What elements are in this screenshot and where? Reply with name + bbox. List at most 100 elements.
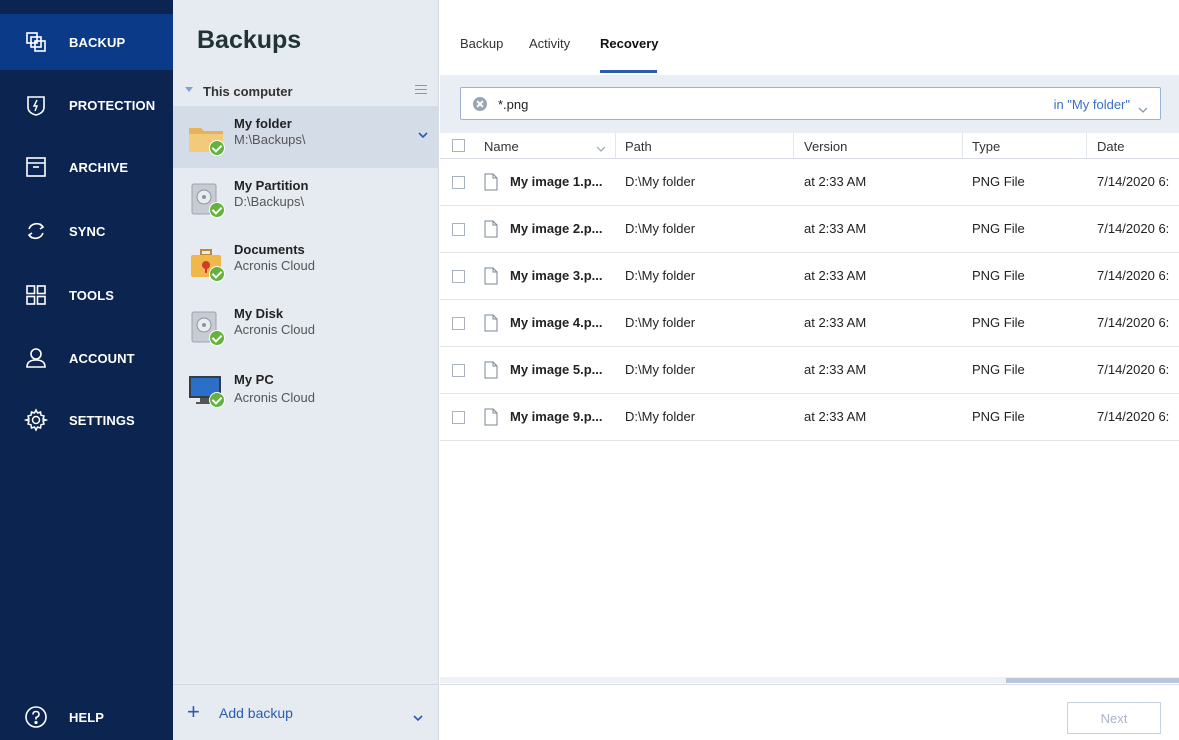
monitor-icon: [187, 368, 227, 410]
drive-icon: [187, 306, 227, 348]
tab-recovery[interactable]: Recovery: [600, 36, 659, 51]
table-row[interactable]: My image 9.p... D:\My folder at 2:33 AM …: [440, 394, 1179, 441]
nav-item-account[interactable]: ACCOUNT: [0, 330, 173, 386]
row-checkbox[interactable]: [452, 176, 465, 189]
column-divider[interactable]: [962, 133, 963, 159]
table-header: Name Path Version Type Date: [440, 133, 1179, 159]
help-icon: [24, 705, 48, 729]
column-divider[interactable]: [615, 133, 616, 159]
menu-icon[interactable]: [415, 85, 427, 95]
cell-path: D:\My folder: [625, 221, 696, 236]
tab-activity[interactable]: Activity: [529, 36, 570, 51]
cell-path: D:\My folder: [625, 315, 696, 330]
backup-location: Acronis Cloud: [234, 322, 315, 337]
table-row[interactable]: My image 2.p... D:\My folder at 2:33 AM …: [440, 206, 1179, 253]
nav-item-label: TOOLS: [69, 287, 115, 303]
row-checkbox[interactable]: [452, 317, 465, 330]
cell-path: D:\My folder: [625, 174, 696, 189]
search-scope-dropdown[interactable]: in "My folder": [1054, 97, 1130, 112]
group-label: This computer: [203, 83, 293, 99]
nav-item-backup[interactable]: BACKUP: [0, 14, 173, 70]
nav-item-sync[interactable]: SYNC: [0, 203, 173, 259]
clear-search-icon[interactable]: [473, 97, 487, 111]
cell-date: 7/14/2020 6:: [1097, 409, 1170, 424]
file-icon: [484, 314, 498, 332]
row-checkbox[interactable]: [452, 411, 465, 424]
cell-name: My image 5.p...: [510, 362, 603, 377]
expand-triangle-icon: [185, 87, 193, 92]
active-tab-indicator: [600, 70, 657, 73]
add-backup-button[interactable]: + Add backup: [173, 684, 439, 740]
chevron-down-icon[interactable]: [596, 141, 606, 152]
nav-item-label: SYNC: [69, 223, 106, 239]
nav-item-label: ARCHIVE: [69, 159, 129, 175]
file-icon: [484, 267, 498, 285]
group-header-this-computer[interactable]: This computer: [173, 78, 439, 104]
file-icon: [484, 220, 498, 238]
chevron-down-icon[interactable]: [417, 128, 429, 139]
column-divider[interactable]: [1086, 133, 1087, 159]
cell-name: My image 1.p...: [510, 174, 603, 189]
tools-icon: [24, 283, 48, 307]
drive-icon: [187, 178, 227, 220]
cell-type: PNG File: [972, 409, 1025, 424]
next-button[interactable]: Next: [1067, 702, 1161, 734]
tab-backup[interactable]: Backup: [460, 36, 503, 51]
cell-date: 7/14/2020 6:: [1097, 174, 1170, 189]
main-pane: Backup Activity Recovery *.png in "My fo…: [440, 0, 1179, 740]
shield-icon: [24, 93, 48, 117]
column-header-name[interactable]: Name: [484, 139, 519, 154]
select-all-checkbox[interactable]: [452, 139, 465, 152]
column-header-version[interactable]: Version: [804, 139, 847, 154]
gear-icon: [24, 408, 48, 432]
column-header-date[interactable]: Date: [1097, 139, 1124, 154]
backup-item-my-folder[interactable]: My folder M:\Backups\: [173, 106, 439, 168]
table-row[interactable]: My image 4.p... D:\My folder at 2:33 AM …: [440, 300, 1179, 347]
file-icon: [484, 408, 498, 426]
cell-version: at 2:33 AM: [804, 174, 867, 189]
backup-name: My Partition: [234, 178, 309, 193]
table-row[interactable]: My image 1.p... D:\My folder at 2:33 AM …: [440, 159, 1179, 206]
nav-item-protection[interactable]: PROTECTION: [0, 77, 173, 133]
row-checkbox[interactable]: [452, 270, 465, 283]
backup-location: Acronis Cloud: [234, 390, 315, 405]
add-backup-label: Add backup: [219, 704, 293, 721]
chevron-down-icon[interactable]: [413, 710, 423, 722]
row-checkbox[interactable]: [452, 223, 465, 236]
row-checkbox[interactable]: [452, 364, 465, 377]
backup-item-my-disk[interactable]: My Disk Acronis Cloud: [173, 296, 439, 358]
cell-date: 7/14/2020 6:: [1097, 315, 1170, 330]
cell-date: 7/14/2020 6:: [1097, 268, 1170, 283]
backup-name: Documents: [234, 242, 305, 257]
chevron-down-icon[interactable]: [1138, 102, 1148, 113]
nav-item-help[interactable]: HELP: [0, 689, 173, 740]
horizontal-scrollbar[interactable]: [440, 677, 1179, 683]
column-header-type[interactable]: Type: [972, 139, 1000, 154]
table-row[interactable]: My image 5.p... D:\My folder at 2:33 AM …: [440, 347, 1179, 394]
nav-item-label: SETTINGS: [69, 412, 135, 428]
plus-icon: +: [187, 699, 200, 724]
cell-type: PNG File: [972, 315, 1025, 330]
column-divider[interactable]: [793, 133, 794, 159]
nav-item-label: HELP: [69, 709, 105, 725]
cell-date: 7/14/2020 6:: [1097, 221, 1170, 236]
status-ok-icon: [209, 330, 225, 346]
search-bar-area: *.png in "My folder": [440, 75, 1179, 133]
backup-location: M:\Backups\: [234, 132, 306, 147]
backup-item-documents[interactable]: Documents Acronis Cloud: [173, 232, 439, 294]
nav-item-tools[interactable]: TOOLS: [0, 267, 173, 323]
file-icon: [484, 361, 498, 379]
cell-version: at 2:33 AM: [804, 221, 867, 236]
cell-version: at 2:33 AM: [804, 268, 867, 283]
backup-item-my-partition[interactable]: My Partition D:\Backups\: [173, 168, 439, 230]
column-header-path[interactable]: Path: [625, 139, 652, 154]
nav-item-settings[interactable]: SETTINGS: [0, 392, 173, 448]
cell-path: D:\My folder: [625, 268, 696, 283]
briefcase-icon: [187, 242, 227, 284]
nav-item-archive[interactable]: ARCHIVE: [0, 139, 173, 195]
nav-item-label: BACKUP: [69, 34, 126, 50]
table-row[interactable]: My image 3.p... D:\My folder at 2:33 AM …: [440, 253, 1179, 300]
backup-item-my-pc[interactable]: My PC Acronis Cloud: [173, 358, 439, 420]
search-input[interactable]: *.png in "My folder": [460, 87, 1161, 120]
scrollbar-thumb[interactable]: [1006, 678, 1179, 683]
